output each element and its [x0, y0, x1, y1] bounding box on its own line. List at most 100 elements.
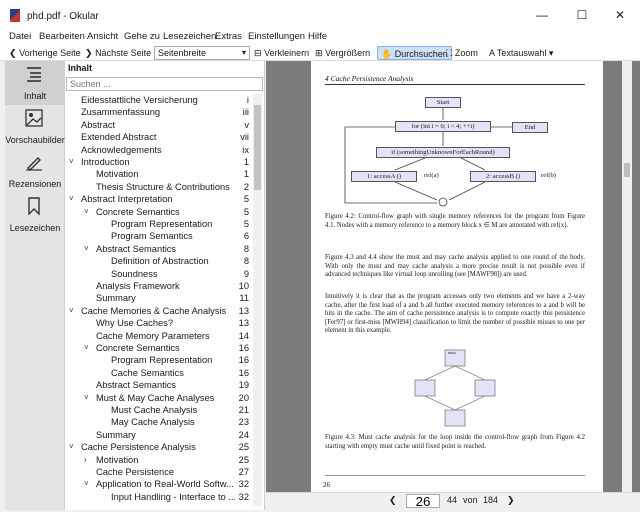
toc-item[interactable]: Summary 24 — [65, 429, 252, 442]
expand-arrow-icon[interactable]: ˅ — [84, 392, 92, 405]
running-head-rule — [325, 84, 585, 85]
zoom-out-button[interactable]: ⊟ Verkleinern — [254, 46, 309, 60]
menu-gehe-zu[interactable]: Gehe zu — [124, 31, 160, 42]
toc-item-page: 16 — [238, 355, 249, 366]
figure-4-3-caption: Figure 4.3: Must cache analysis for the … — [325, 434, 585, 450]
viewer-scrollbar-thumb[interactable] — [624, 163, 630, 177]
toc-item[interactable]: Summary 11 — [65, 292, 252, 305]
toc-item[interactable]: Motivation 1 — [65, 168, 252, 181]
sidebar-item-thumbnails[interactable]: Vorschaubilder — [5, 105, 65, 149]
sidebar-item-contents[interactable]: Inhalt — [5, 61, 65, 105]
toc-item[interactable]: Must Cache Analysis 21 — [65, 404, 252, 417]
toc-item[interactable]: ˅ Must & May Cache Analyses 20 — [65, 392, 252, 405]
ref-b-annotation: ref(b) — [541, 172, 557, 179]
flow-loop-node: for (int i = 0; i < 4; ++i) — [395, 121, 491, 132]
toc-item[interactable]: ˅ Cache Persistence Analysis 25 — [65, 441, 252, 454]
browse-tool-button[interactable]: ✋ Durchsuchen — [377, 46, 452, 60]
toc-item[interactable]: ˅ Concrete Semantics 16 — [65, 342, 252, 355]
toc-item[interactable]: May Cache Analysis 23 — [65, 416, 252, 429]
toc-item[interactable]: Input Handling - Interface to ... 32 — [65, 491, 252, 504]
menu-bearbeiten[interactable]: Bearbeiten — [39, 31, 85, 42]
menu-ansicht[interactable]: Ansicht — [87, 31, 118, 42]
toc-item[interactable]: Soundness 9 — [65, 268, 252, 281]
prev-page-arrow-icon[interactable]: ❮ — [389, 495, 397, 506]
toc-item-label: Motivation — [96, 454, 139, 465]
toc-item-label: Why Use Caches? — [96, 318, 173, 329]
prev-page-button[interactable]: ❮ Vorherige Seite — [9, 46, 81, 60]
expand-arrow-icon[interactable]: ˅ — [84, 478, 92, 491]
toc-item-page: 2 — [243, 181, 249, 192]
toc-item[interactable]: Why Use Caches? 13 — [65, 317, 252, 330]
toc-scrollbar-thumb[interactable] — [254, 105, 261, 190]
toc-item[interactable]: Extended Abstract vii — [65, 131, 252, 144]
viewer-scrollbar[interactable] — [622, 61, 632, 492]
zoom-mode-select[interactable]: Seitenbreite ▾ — [154, 46, 250, 60]
toc-item[interactable]: Cache Memory Parameters 14 — [65, 330, 252, 343]
expand-arrow-icon[interactable]: ˅ — [84, 243, 92, 256]
toc-item-label: Cache Memories & Cache Analysis — [81, 305, 227, 316]
maximize-button[interactable]: ☐ — [572, 7, 592, 23]
toc-item-label: Cache Persistence — [96, 467, 175, 477]
next-page-arrow-icon[interactable]: ❯ — [507, 495, 515, 506]
toc-item[interactable]: Definition of Abstraction 8 — [65, 255, 252, 268]
toc-search-input[interactable] — [66, 77, 263, 91]
toc-item-page: 16 — [238, 367, 249, 378]
toc-item[interactable]: Program Representation 16 — [65, 354, 252, 367]
paragraph-1: Figure 4.3 and 4.4 show the must and may… — [325, 254, 585, 279]
toc-item[interactable]: Abstract v — [65, 119, 252, 132]
toc-item[interactable]: ˅ Concrete Semantics 5 — [65, 206, 252, 219]
toc-item[interactable]: Program Representation 5 — [65, 218, 252, 231]
collapsed-arrow-icon[interactable]: › — [84, 454, 92, 467]
toc-item-label: Definition of Abstraction — [111, 256, 209, 267]
toc-item[interactable]: Cache Semantics 16 — [65, 367, 252, 380]
toc-item[interactable]: ˅ Introduction 1 — [65, 156, 252, 169]
merge-node — [438, 197, 448, 207]
toc-item[interactable]: Zusammenfassung iii — [65, 106, 252, 119]
menu-lesezeichen[interactable]: Lesezeichen — [163, 31, 216, 42]
toc-item-label: Acknowledgements — [81, 144, 162, 155]
menu-datei[interactable]: Datei — [9, 31, 31, 42]
text-select-button[interactable]: A Textauswahl ▾ — [489, 46, 553, 60]
window-title: phd.pdf - Okular — [27, 11, 99, 22]
sidebar-item-bookmarks[interactable]: Lesezeichen — [5, 193, 65, 237]
toc-item[interactable]: ˅ Application to Real-World Softw... 32 — [65, 478, 252, 491]
expand-arrow-icon[interactable]: ˅ — [69, 305, 77, 318]
close-button[interactable]: ✕ — [610, 7, 630, 23]
ref-a-annotation: ref(a) — [424, 172, 439, 179]
toc-item-page: 24 — [238, 429, 249, 440]
toc-item[interactable]: Cache Persistence 27 — [65, 466, 252, 479]
toc-item[interactable]: Program Semantics 6 — [65, 230, 252, 243]
flow-start-node: Start — [425, 97, 461, 108]
must-cache-figure — [414, 349, 496, 427]
toc-item[interactable]: Acknowledgements ix — [65, 144, 252, 157]
okular-app-icon — [10, 9, 20, 22]
toc-item[interactable]: Eidesstattliche Versicherung i — [65, 94, 252, 107]
next-page-button[interactable]: ❯ Nächste Seite — [85, 46, 151, 60]
zoom-in-button[interactable]: ⊞ Vergrößern — [315, 46, 370, 60]
toc-item[interactable]: Analysis Framework 10 — [65, 280, 252, 293]
menu-extras[interactable]: Extras — [215, 31, 242, 42]
toc-item-label: Extended Abstract — [81, 132, 157, 143]
expand-arrow-icon[interactable]: ˅ — [69, 193, 77, 206]
toc-item[interactable]: ˅ Cache Memories & Cache Analysis 13 — [65, 305, 252, 318]
toc-item[interactable]: Abstract Semantics 19 — [65, 379, 252, 392]
toc-item-label: Abstract Semantics — [96, 380, 177, 391]
toc-item-page: 20 — [238, 392, 249, 403]
sidebar-item-reviews[interactable]: Rezensionen — [5, 149, 65, 193]
expand-arrow-icon[interactable]: ˅ — [69, 156, 77, 169]
page-number-input[interactable] — [406, 494, 440, 508]
toc-item[interactable]: › Motivation 25 — [65, 454, 252, 467]
toc-item-page: 32 — [238, 491, 249, 502]
menu-hilfe[interactable]: Hilfe — [308, 31, 327, 42]
expand-arrow-icon[interactable]: ˅ — [84, 342, 92, 355]
zoom-tool-button[interactable]: ⛶ Zoom — [446, 46, 478, 60]
toc-item-label: Cache Persistence Analysis — [81, 442, 196, 453]
toc-item[interactable]: ˅ Abstract Semantics 8 — [65, 243, 252, 256]
expand-arrow-icon[interactable]: ˅ — [69, 441, 77, 454]
toc-item[interactable]: Thesis Structure & Contributions 2 — [65, 181, 252, 194]
toc-item[interactable]: ˅ Abstract Interpretation 5 — [65, 193, 252, 206]
expand-arrow-icon[interactable]: ˅ — [84, 206, 92, 219]
reviews-icon — [26, 157, 42, 171]
minimize-button[interactable]: — — [532, 7, 552, 23]
menu-einstellungen[interactable]: Einstellungen — [248, 31, 305, 42]
